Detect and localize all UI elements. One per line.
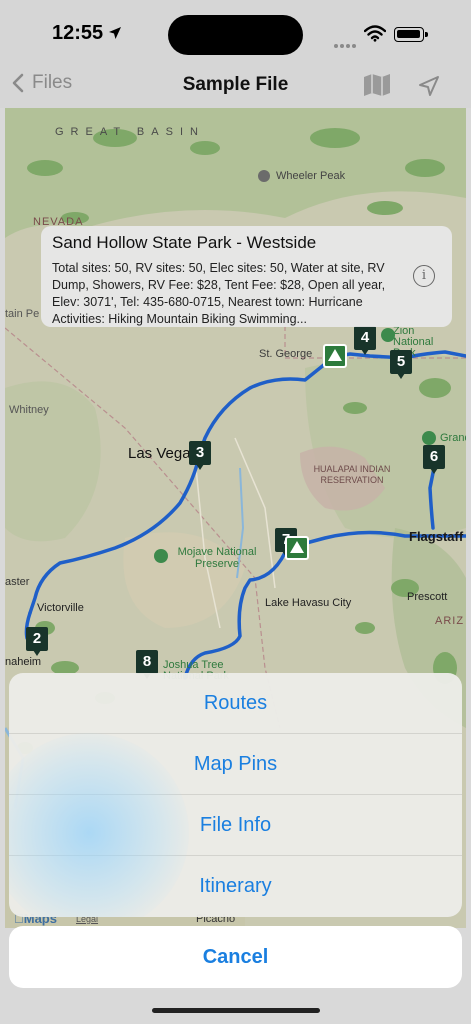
map-label-flagstaff: Flagstaff (409, 529, 464, 544)
location-arrow-icon[interactable] (418, 75, 440, 97)
navigation-bar: Files Sample File (0, 64, 471, 108)
map-label-victorville: Victorville (37, 602, 84, 614)
back-button[interactable]: Files (12, 72, 72, 94)
map-label-hualapai: HUALAPAI INDIAN RESERVATION (313, 464, 391, 485)
park-icon (154, 549, 168, 563)
chevron-left-icon (12, 73, 24, 93)
cellular-signal-icon (334, 35, 358, 53)
status-time: 12:55 (52, 22, 104, 44)
routes-button[interactable]: Routes (9, 673, 462, 734)
callout-description: Total sites: 50, RV sites: 50, Elec site… (52, 261, 386, 326)
map-label-tain-pe: tain Pe (5, 308, 40, 320)
map-pin-6[interactable]: 6 (423, 445, 445, 474)
map-label-wheeler-peak: Wheeler Peak (258, 170, 345, 183)
cancel-button[interactable]: Cancel (9, 926, 462, 988)
park-icon (381, 328, 395, 342)
dynamic-island (168, 15, 303, 55)
map-pin-8[interactable]: 8 (136, 650, 158, 679)
map-pin-5[interactable]: 5 (390, 350, 412, 379)
file-info-button[interactable]: File Info (9, 795, 462, 856)
status-bar: 12:55 (0, 0, 471, 64)
map-icon[interactable] (362, 72, 392, 98)
map-label-anaheim: naheim (5, 656, 42, 668)
location-arrow-icon (109, 27, 121, 39)
campground-icon[interactable] (285, 536, 309, 560)
map-label-lake-havasu: Lake Havasu City (265, 597, 352, 609)
map-label-arizona: ARIZ (435, 615, 465, 627)
map-label-las-vegas: Las Vega (128, 445, 191, 462)
map-label-mojave: Mojave National Preserve (177, 546, 257, 570)
map-label-aster: aster (5, 576, 30, 588)
map-label-st-george: St. George (259, 348, 313, 360)
map-label-whitney: Whitney (9, 404, 49, 416)
home-indicator (152, 1008, 320, 1013)
back-button-label: Files (32, 72, 73, 93)
mountain-icon (258, 170, 270, 183)
map-label-great-basin: GREAT BASIN (55, 126, 205, 138)
battery-icon (394, 27, 428, 42)
map-pin-2[interactable]: 2 (26, 627, 48, 656)
map-pin-3[interactable]: 3 (189, 441, 211, 470)
callout-title: Sand Hollow State Park - Westside (52, 233, 317, 252)
map-pin-callout[interactable]: Sand Hollow State Park - Westside Total … (41, 226, 452, 327)
info-icon[interactable]: i (413, 265, 435, 287)
itinerary-button[interactable]: Itinerary (9, 856, 462, 917)
action-sheet: Routes Map Pins File Info Itinerary (9, 673, 462, 917)
campground-icon[interactable] (323, 344, 347, 368)
map-label-prescott: Prescott (407, 591, 448, 603)
map-label-grand: Grand (440, 432, 466, 444)
park-icon (422, 431, 436, 445)
wifi-icon (364, 25, 386, 42)
map-pins-button[interactable]: Map Pins (9, 734, 462, 795)
map-pin-4[interactable]: 4 (354, 326, 376, 355)
